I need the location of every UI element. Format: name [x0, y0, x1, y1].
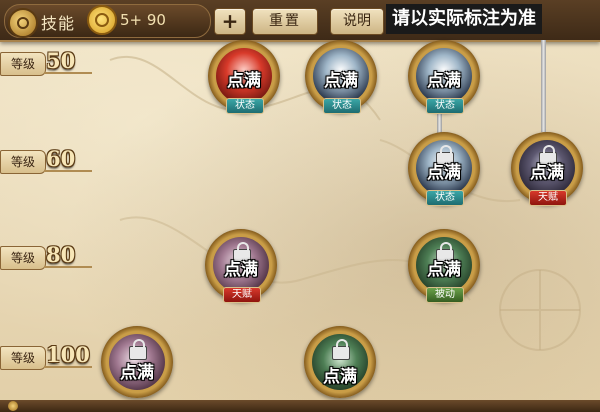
level-underline: [44, 170, 92, 172]
map-background: [109, 55, 581, 351]
skill-points: 5+ 90: [120, 11, 166, 29]
bottom-frame: [0, 400, 600, 412]
skill-node[interactable]: 点满 状态: [408, 132, 480, 206]
skill-node[interactable]: 点满 状态: [305, 40, 377, 114]
scroll-indicator[interactable]: [8, 401, 18, 411]
skill-node[interactable]: 点满: [304, 326, 376, 398]
level-number: 50: [46, 48, 76, 73]
level-number: 100: [46, 342, 90, 367]
skill-emblem-icon: [8, 8, 38, 38]
panel-title: 技能: [41, 14, 76, 33]
skill-type-badge: 状态: [426, 98, 464, 114]
skill-type-badge: 状态: [426, 190, 464, 206]
skill-node[interactable]: 点满 状态: [208, 40, 280, 114]
skill-type-badge: 被动: [426, 287, 464, 303]
top-bar: 技能 5+ 90 + 重置 说明 请以实际标注为准: [0, 0, 600, 42]
maxed-label: 点满: [427, 71, 461, 91]
snail-icon: [87, 5, 117, 35]
level-number: 80: [46, 242, 76, 267]
level-tag: 等级: [0, 346, 46, 370]
maxed-label: 点满: [324, 71, 358, 91]
lock-icon: [332, 339, 350, 360]
maxed-label: 点满: [427, 260, 461, 280]
help-button[interactable]: 说明: [330, 8, 384, 35]
skill-type-badge: 状态: [226, 98, 264, 114]
skill-node[interactable]: 点满 被动: [408, 229, 480, 303]
maxed-label: 点满: [224, 260, 258, 280]
skill-type-badge: 天赋: [223, 287, 261, 303]
skill-node[interactable]: 点满 天赋: [205, 229, 277, 303]
title-frame: 技能 5+ 90: [4, 4, 211, 38]
level-underline: [44, 72, 92, 74]
level-number: 60: [46, 146, 76, 171]
maxed-label: 点满: [427, 163, 461, 183]
maxed-label: 点满: [530, 163, 564, 183]
skill-node[interactable]: 点满: [101, 326, 173, 398]
level-underline: [44, 366, 92, 368]
level-tag: 等级: [0, 52, 46, 76]
skill-type-badge: 状态: [323, 98, 361, 114]
level-tag: 等级: [0, 246, 46, 270]
add-points-button[interactable]: +: [214, 8, 246, 35]
skill-connector: [541, 40, 546, 132]
disclaimer-note: 请以实际标注为准: [386, 4, 542, 34]
skill-node[interactable]: 点满 天赋: [511, 132, 583, 206]
skill-node[interactable]: 点满 状态: [408, 40, 480, 114]
reset-button[interactable]: 重置: [252, 8, 318, 35]
level-tag: 等级: [0, 150, 46, 174]
maxed-label: 点满: [120, 363, 154, 383]
maxed-label: 点满: [323, 367, 357, 387]
skill-type-badge: 天赋: [529, 190, 567, 206]
maxed-label: 点满: [227, 71, 261, 91]
level-underline: [44, 266, 92, 268]
skill-tree-panel: 技能 5+ 90 + 重置 说明 请以实际标注为准 等级 50 等级 60 等级…: [0, 0, 600, 412]
